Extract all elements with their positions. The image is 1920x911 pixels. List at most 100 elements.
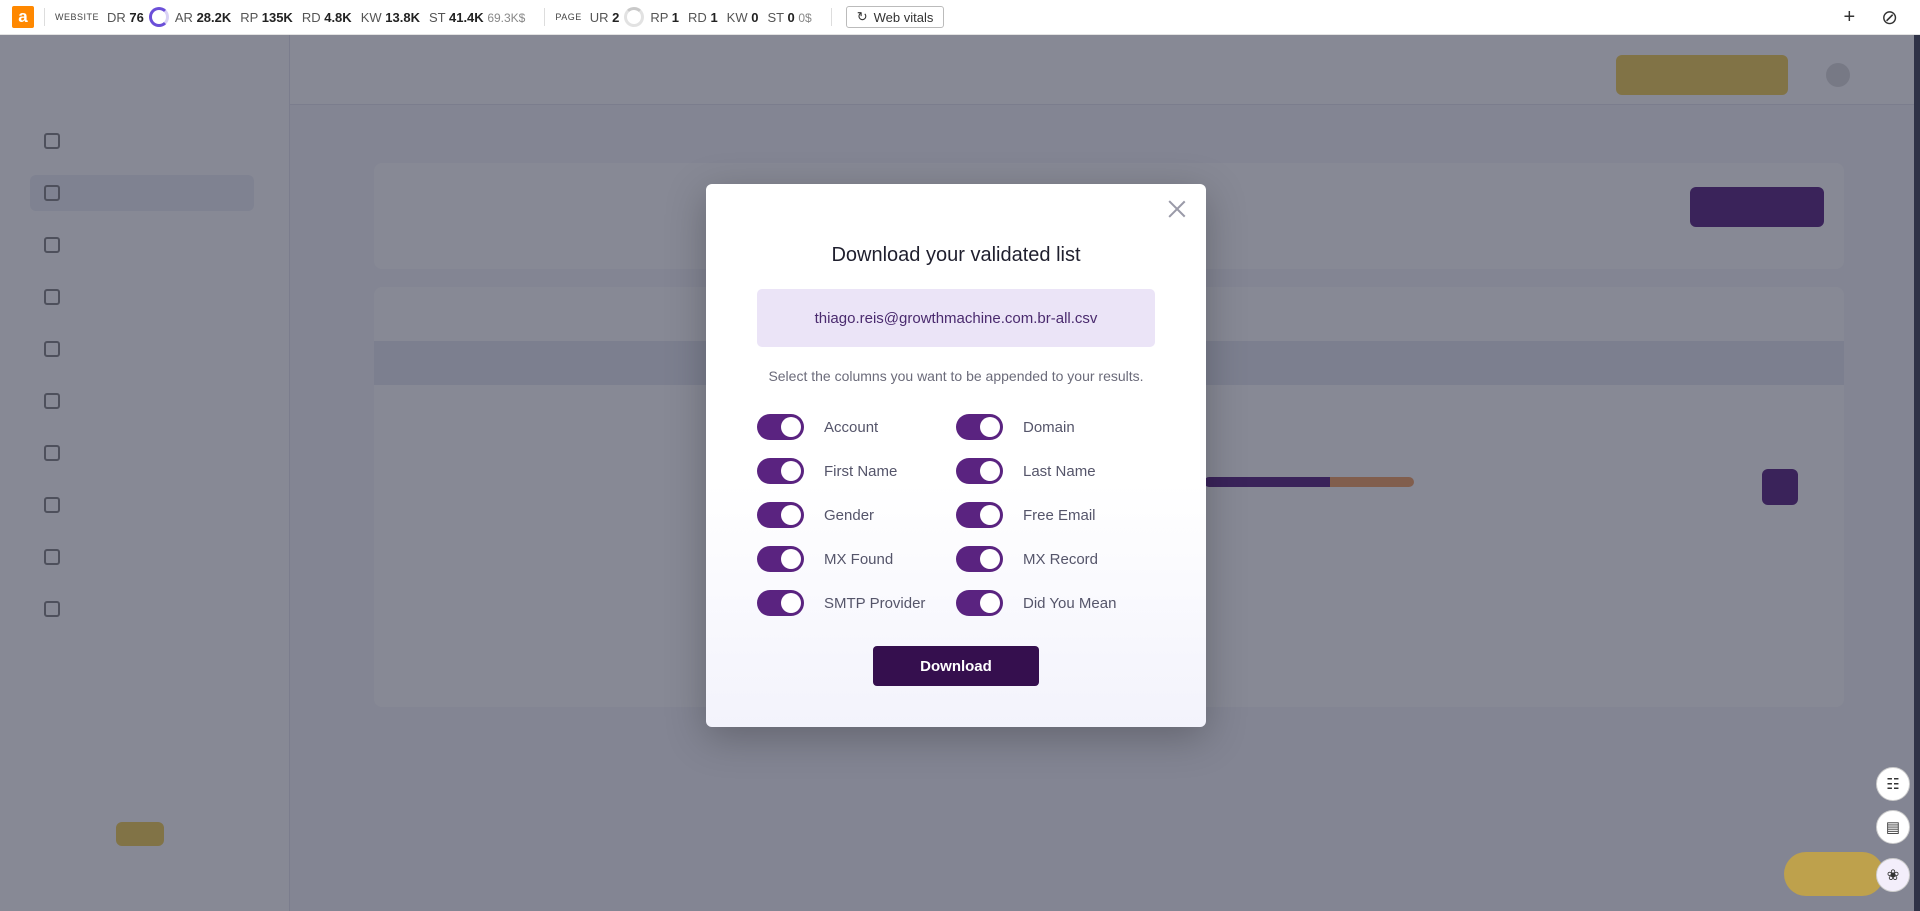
- dr-ring-icon: [148, 7, 169, 27]
- page-st-cost: 0$: [798, 10, 812, 25]
- page-st-value: 0: [787, 9, 795, 25]
- option-label: MX Found: [824, 550, 894, 568]
- close-icon[interactable]: [1166, 198, 1188, 220]
- toggle-knob: [781, 417, 801, 437]
- reader-icon[interactable]: ▤: [1876, 810, 1910, 844]
- did-you-mean-toggle[interactable]: [956, 590, 1003, 616]
- option-last-name: Last Name: [956, 458, 1155, 484]
- web-vitals-button[interactable]: ↻ Web vitals: [845, 6, 945, 28]
- option-row: First Name Last Name: [757, 458, 1157, 484]
- download-modal: Download your validated list thiago.reis…: [706, 184, 1206, 727]
- rd-label: RD: [301, 9, 321, 25]
- option-first-name: First Name: [757, 458, 956, 484]
- option-label: Domain: [1023, 418, 1075, 436]
- metric-dr[interactable]: DR 76: [107, 10, 144, 25]
- st-label: ST: [428, 9, 446, 25]
- plus-icon[interactable]: +: [1844, 6, 1856, 29]
- domain-toggle[interactable]: [956, 414, 1003, 440]
- option-label: SMTP Provider: [824, 594, 926, 612]
- toggle-knob: [980, 505, 1000, 525]
- page-st-label: ST: [767, 9, 784, 25]
- metric-rp[interactable]: RP 135K: [240, 10, 293, 25]
- modal-title: Download your validated list: [831, 244, 1081, 266]
- page-rp-value: 1: [671, 9, 680, 25]
- toggle-knob: [781, 505, 801, 525]
- metric-rd[interactable]: RD 4.8K: [302, 10, 352, 25]
- toggle-knob: [980, 417, 1000, 437]
- ur-label: UR: [589, 9, 609, 25]
- column-options: Account Domain First Name Last Name Gend…: [757, 414, 1157, 634]
- option-label: Gender: [824, 506, 875, 524]
- option-did-you-mean: Did You Mean: [956, 590, 1155, 616]
- smtp-provider-toggle[interactable]: [757, 590, 804, 616]
- last-name-toggle[interactable]: [956, 458, 1003, 484]
- option-row: MX Found MX Record: [757, 546, 1157, 572]
- metric-page-rd[interactable]: RD 1: [688, 10, 718, 25]
- toggle-knob: [980, 593, 1000, 613]
- option-label: Last Name: [1023, 462, 1096, 480]
- option-domain: Domain: [956, 414, 1155, 440]
- gender-toggle[interactable]: [757, 502, 804, 528]
- option-row: SMTP Provider Did You Mean: [757, 590, 1157, 616]
- dr-label: DR: [107, 9, 126, 25]
- option-row: Account Domain: [757, 414, 1157, 440]
- divider: [544, 8, 546, 26]
- rp-value: 135K: [261, 9, 293, 25]
- account-toggle[interactable]: [757, 414, 804, 440]
- option-label: Free Email: [1023, 506, 1096, 524]
- option-label: Account: [824, 418, 879, 436]
- toolbar-actions: + ⊘: [1844, 5, 1898, 30]
- toggle-knob: [781, 549, 801, 569]
- kw-label: KW: [360, 9, 382, 25]
- page-rd-label: RD: [688, 9, 707, 25]
- option-free-email: Free Email: [956, 502, 1155, 528]
- ar-value: 28.2K: [196, 9, 232, 25]
- free-email-toggle[interactable]: [956, 502, 1003, 528]
- metric-ur[interactable]: UR 2: [590, 10, 620, 25]
- instructions-text: Select the columns you want to be append…: [768, 368, 1144, 384]
- divider: [44, 8, 45, 26]
- metric-page-kw[interactable]: KW 0: [727, 10, 759, 25]
- translate-icon[interactable]: ☷: [1876, 767, 1910, 801]
- page-rd-value: 1: [710, 9, 718, 25]
- page-caption: PAGE: [555, 12, 582, 22]
- ur-ring-icon: [624, 7, 645, 27]
- first-name-toggle[interactable]: [757, 458, 804, 484]
- divider: [830, 8, 832, 26]
- help-chat-button[interactable]: [1784, 852, 1884, 896]
- ar-label: AR: [174, 9, 193, 25]
- page-rp-label: RP: [650, 9, 669, 25]
- mx-found-toggle[interactable]: [757, 546, 804, 572]
- block-icon[interactable]: ⊘: [1881, 5, 1898, 30]
- option-smtp-provider: SMTP Provider: [757, 590, 956, 616]
- metric-page-st[interactable]: ST 0 0$: [767, 10, 811, 25]
- brain-icon[interactable]: ❀: [1876, 858, 1910, 892]
- web-vitals-label: Web vitals: [873, 9, 934, 25]
- toggle-knob: [781, 461, 801, 481]
- rp-label: RP: [240, 9, 259, 25]
- metric-kw[interactable]: KW 13.8K: [361, 10, 420, 25]
- option-label: Did You Mean: [1023, 594, 1117, 612]
- dr-value: 76: [129, 9, 144, 25]
- ahrefs-toolbar: a WEBSITE DR 76 AR 28.2K RP 135K RD 4.8K…: [0, 0, 1920, 35]
- mx-record-toggle[interactable]: [956, 546, 1003, 572]
- ur-value: 2: [612, 9, 620, 25]
- toggle-knob: [980, 549, 1000, 569]
- st-cost: 69.3K$: [487, 10, 526, 25]
- metric-ar[interactable]: AR 28.2K: [175, 10, 231, 25]
- ahrefs-logo-icon[interactable]: a: [12, 6, 34, 28]
- metric-page-rp[interactable]: RP 1: [650, 10, 679, 25]
- download-button[interactable]: Download: [873, 646, 1039, 686]
- option-mx-record: MX Record: [956, 546, 1155, 572]
- file-name: thiago.reis@growthmachine.com.br-all.csv: [814, 309, 1098, 327]
- page-kw-value: 0: [751, 9, 759, 25]
- metric-st[interactable]: ST 41.4K 69.3K$: [429, 10, 525, 25]
- option-label: First Name: [824, 462, 898, 480]
- scrollbar[interactable]: [1914, 35, 1920, 911]
- file-name-box: thiago.reis@growthmachine.com.br-all.csv: [757, 289, 1155, 347]
- kw-value: 13.8K: [385, 9, 420, 25]
- rd-value: 4.8K: [324, 9, 352, 25]
- option-mx-found: MX Found: [757, 546, 956, 572]
- option-account: Account: [757, 414, 956, 440]
- page-kw-label: KW: [726, 9, 748, 25]
